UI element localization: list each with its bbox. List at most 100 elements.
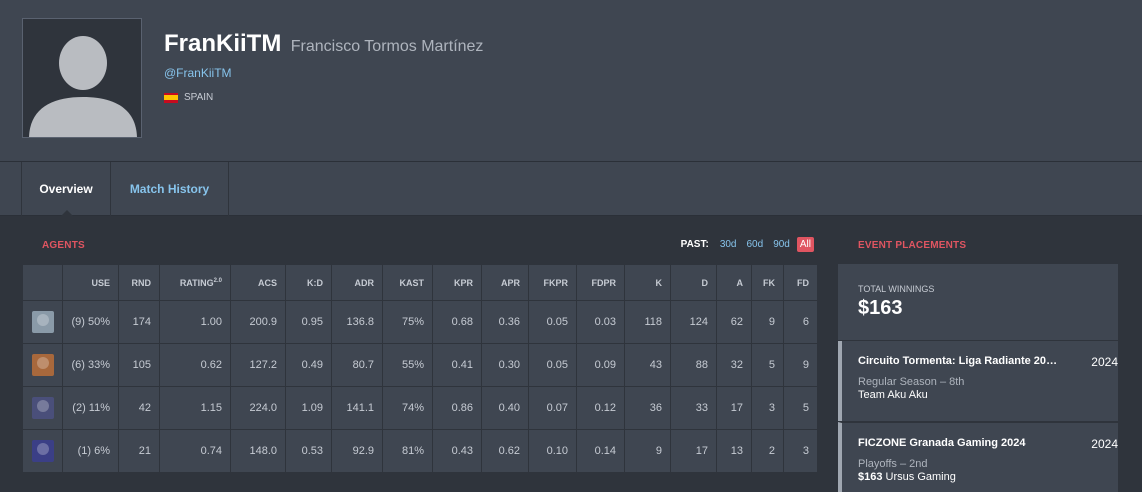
- agent-cell: [22, 343, 63, 387]
- agent-cell: [22, 429, 63, 473]
- event-stage: Regular Season – 8th: [858, 376, 965, 388]
- agent-stat-rnd: 42: [118, 386, 160, 430]
- agent-stat-kd: 1.09: [285, 386, 332, 430]
- col-apr[interactable]: APR: [481, 264, 529, 301]
- agent-stat-a: 13: [716, 429, 752, 473]
- event-placements-title: EVENT PLACEMENTS: [858, 240, 967, 251]
- col-kpr[interactable]: KPR: [432, 264, 482, 301]
- agent-stat-kpr: 0.86: [432, 386, 482, 430]
- col-adr[interactable]: ADR: [331, 264, 383, 301]
- col-kd[interactable]: K:D: [285, 264, 332, 301]
- agent-cell: [22, 300, 63, 344]
- agent-stat-kpr: 0.68: [432, 300, 482, 344]
- agent-stat-fdpr: 0.03: [576, 300, 625, 344]
- agent-stat-k: 36: [624, 386, 671, 430]
- period-filter-label: PAST:: [680, 239, 709, 250]
- agent-stat-apr: 0.36: [481, 300, 529, 344]
- col-rnd[interactable]: RND: [118, 264, 160, 301]
- agent-stat-fk: 2: [751, 429, 784, 473]
- col-fd[interactable]: FD: [783, 264, 818, 301]
- col-fdpr[interactable]: FDPR: [576, 264, 625, 301]
- agent-portrait-icon: [31, 397, 54, 419]
- period-90d-button[interactable]: 90d: [770, 237, 793, 252]
- tab-match-history[interactable]: Match History: [111, 162, 229, 216]
- agent-stat-rating: 0.74: [159, 429, 231, 473]
- agent-stat-apr: 0.62: [481, 429, 529, 473]
- col-rating[interactable]: RATING2.0: [159, 264, 231, 301]
- period-filter: PAST: 30d 60d 90d All: [681, 237, 814, 252]
- agent-stat-acs: 224.0: [230, 386, 286, 430]
- player-name-row: FranKiiTM Francisco Tormos Martínez: [164, 30, 483, 58]
- event-placement-item[interactable]: FICZONE Granada Gaming 2024 2024 Playoff…: [838, 422, 1118, 492]
- event-title: Circuito Tormenta: Liga Radiante 2024: [858, 355, 1058, 367]
- agent-stat-kd: 0.95: [285, 300, 332, 344]
- agent-stat-acs: 148.0: [230, 429, 286, 473]
- agent-stat-fkpr: 0.10: [528, 429, 577, 473]
- agent-stat-kast: 55%: [382, 343, 433, 387]
- agent-stat-fd: 5: [783, 386, 818, 430]
- agent-row: (1) 6% 21 0.74 148.0 0.53 92.9 81% 0.43 0.62 0.10…: [22, 429, 818, 473]
- agents-table: USE RND RATING2.0 ACS K:D ADR KAST KPR A…: [22, 264, 818, 473]
- agent-cell: [22, 386, 63, 430]
- agent-stat-use: (2) 11%: [62, 386, 119, 430]
- agent-stat-fkpr: 0.05: [528, 343, 577, 387]
- agent-stat-apr: 0.30: [481, 343, 529, 387]
- col-fk[interactable]: FK: [751, 264, 784, 301]
- col-d[interactable]: D: [670, 264, 717, 301]
- agent-stat-a: 17: [716, 386, 752, 430]
- col-k[interactable]: K: [624, 264, 671, 301]
- agents-table-header: USE RND RATING2.0 ACS K:D ADR KAST KPR A…: [22, 264, 818, 301]
- agent-stat-a: 32: [716, 343, 752, 387]
- col-kast[interactable]: KAST: [382, 264, 433, 301]
- event-placement-item[interactable]: Circuito Tormenta: Liga Radiante 2024 20…: [838, 341, 1118, 421]
- agent-stat-fd: 6: [783, 300, 818, 344]
- agent-stat-fdpr: 0.09: [576, 343, 625, 387]
- total-winnings-value: $163: [858, 297, 903, 319]
- event-team-name: Ursus Gaming: [885, 471, 956, 483]
- agents-section-title: AGENTS: [42, 240, 85, 251]
- profile-header: FranKiiTM Francisco Tormos Martínez @Fra…: [0, 0, 1142, 162]
- col-acs[interactable]: ACS: [230, 264, 286, 301]
- period-all-button[interactable]: All: [796, 237, 814, 252]
- agent-stat-rating: 1.15: [159, 386, 231, 430]
- col-fkpr[interactable]: FKPR: [528, 264, 577, 301]
- event-team: $163 Ursus Gaming: [858, 471, 1098, 483]
- agent-stat-fdpr: 0.12: [576, 386, 625, 430]
- agent-stat-k: 118: [624, 300, 671, 344]
- agent-stat-rnd: 21: [118, 429, 160, 473]
- agent-stat-fd: 3: [783, 429, 818, 473]
- spain-flag-icon: [164, 92, 178, 103]
- agent-stat-fd: 9: [783, 343, 818, 387]
- player-real-name: Francisco Tormos Martínez: [290, 38, 484, 55]
- col-a[interactable]: A: [716, 264, 752, 301]
- agent-stat-rating: 1.00: [159, 300, 231, 344]
- agent-stat-kpr: 0.41: [432, 343, 482, 387]
- agent-stat-apr: 0.40: [481, 386, 529, 430]
- agent-stat-adr: 136.8: [331, 300, 383, 344]
- period-60d-button[interactable]: 60d: [744, 237, 767, 252]
- event-title: FICZONE Granada Gaming 2024: [858, 437, 1026, 449]
- agent-stat-rnd: 105: [118, 343, 160, 387]
- twitter-handle-link[interactable]: @FranKiiTM: [164, 66, 232, 80]
- agent-stat-adr: 80.7: [331, 343, 383, 387]
- agent-row: (2) 11% 42 1.15 224.0 1.09 141.1 74% 0.86 0.40 0.…: [22, 386, 818, 430]
- agent-stat-fk: 5: [751, 343, 784, 387]
- country-name: SPAIN: [184, 92, 214, 103]
- profile-tabs: Overview Match History: [0, 162, 1142, 217]
- agent-stat-k: 43: [624, 343, 671, 387]
- tab-overview[interactable]: Overview: [21, 162, 111, 217]
- agent-stat-rnd: 174: [118, 300, 160, 344]
- agent-row: (6) 33% 105 0.62 127.2 0.49 80.7 55% 0.41 0.30 0.…: [22, 343, 818, 387]
- agent-stat-adr: 141.1: [331, 386, 383, 430]
- agent-stat-acs: 127.2: [230, 343, 286, 387]
- period-30d-button[interactable]: 30d: [717, 237, 740, 252]
- agent-stat-fkpr: 0.05: [528, 300, 577, 344]
- col-rating-label: RATING: [179, 277, 214, 288]
- event-year: 2024: [1091, 355, 1118, 369]
- agent-stat-fk: 3: [751, 386, 784, 430]
- avatar: [22, 18, 142, 138]
- agent-stat-fkpr: 0.07: [528, 386, 577, 430]
- col-use[interactable]: USE: [62, 264, 119, 301]
- agent-stat-acs: 200.9: [230, 300, 286, 344]
- agent-stat-use: (6) 33%: [62, 343, 119, 387]
